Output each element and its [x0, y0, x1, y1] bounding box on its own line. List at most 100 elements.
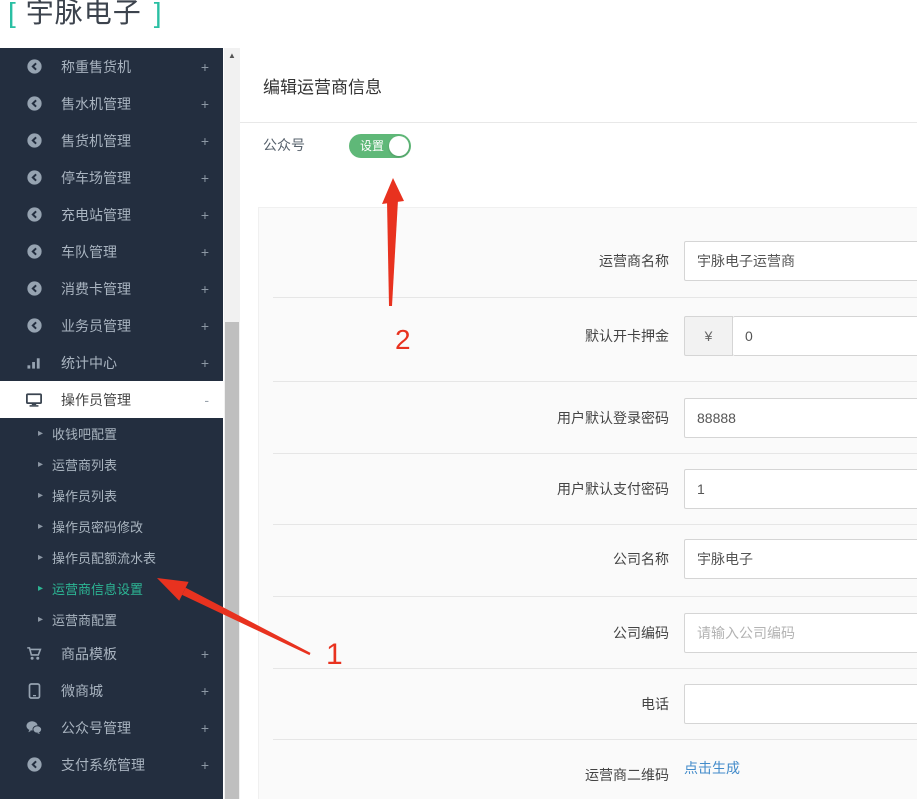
row-divider	[273, 453, 917, 454]
logo-bracket-left: [	[8, 0, 17, 28]
company-name-label: 公司名称	[613, 551, 669, 567]
sidebar-item-vending-machine[interactable]: 售货机管理 +	[0, 122, 223, 159]
expand-plus-icon: +	[200, 645, 209, 662]
row-divider	[273, 297, 917, 298]
sidebar-item-salesman[interactable]: 业务员管理 +	[0, 307, 223, 344]
sidebar: 称重售货机 + 售水机管理 + 售货机管理 + 停车场管理 + 充电站管理 + …	[0, 48, 223, 799]
expand-plus-icon: +	[200, 354, 209, 371]
toggle-label: 设置	[360, 139, 385, 153]
sidebar-item-label: 充电站管理	[61, 206, 131, 223]
submenu-item-label: 收钱吧配置	[52, 427, 118, 442]
brand-logo[interactable]: [ 宇脉电子]	[8, 0, 163, 31]
expand-plus-icon: +	[200, 95, 209, 112]
operator-name-input[interactable]	[684, 241, 917, 281]
currency-addon: ¥	[684, 316, 733, 356]
scrollbar-thumb[interactable]	[225, 322, 239, 799]
sidebar-item-label: 操作员管理	[61, 391, 131, 408]
expand-plus-icon: +	[200, 243, 209, 260]
operator-qrcode-label: 运营商二维码	[585, 767, 669, 783]
submenu-item-label: 运营商列表	[52, 458, 118, 473]
company-name-input[interactable]	[684, 539, 917, 579]
sidebar-item-label: 售货机管理	[61, 132, 131, 149]
sidebar-item-public-account-management[interactable]: 公众号管理 +	[0, 709, 223, 746]
expand-plus-icon: +	[200, 719, 209, 736]
row-divider	[273, 739, 917, 740]
caret-right-icon: ▸	[38, 459, 44, 470]
operator-form-panel: 运营商名称 默认开卡押金 ¥ 用户默认登录密码 用户默认支付密码 公司名称 公司…	[258, 207, 917, 799]
circle-arrow-left-icon	[26, 96, 42, 112]
brand-name: 宇脉电子	[25, 0, 142, 28]
submenu-item-operator-config[interactable]: ▸ 运营商配置	[0, 604, 223, 635]
sidebar-item-label: 车队管理	[61, 243, 117, 260]
phone-input[interactable]	[684, 684, 917, 724]
circle-arrow-left-icon	[26, 170, 42, 186]
submenu-item-password-change[interactable]: ▸ 操作员密码修改	[0, 511, 223, 542]
sidebar-item-label: 商品模板	[61, 645, 117, 662]
sidebar-item-label: 售水机管理	[61, 95, 131, 112]
phone-label: 电话	[641, 696, 669, 712]
bar-chart-icon	[26, 355, 42, 371]
sidebar-scrollbar[interactable]: ▲	[224, 48, 240, 799]
public-account-toggle[interactable]: 设置	[349, 134, 411, 158]
generate-qrcode-link[interactable]: 点击生成	[684, 758, 740, 778]
default-pay-password-input[interactable]	[684, 469, 917, 509]
mobile-icon	[26, 682, 42, 699]
company-code-label: 公司编码	[613, 625, 669, 641]
page-title: 编辑运营商信息	[263, 78, 382, 97]
default-login-password-label: 用户默认登录密码	[557, 410, 669, 426]
circle-arrow-left-icon	[26, 757, 42, 773]
sidebar-item-water-vending[interactable]: 售水机管理 +	[0, 85, 223, 122]
sidebar-item-micro-mall[interactable]: 微商城 +	[0, 672, 223, 709]
expand-plus-icon: +	[200, 169, 209, 186]
circle-arrow-left-icon	[26, 133, 42, 149]
default-deposit-label: 默认开卡押金	[585, 328, 669, 344]
submenu-item-label: 运营商配置	[52, 613, 118, 628]
default-deposit-input[interactable]	[733, 316, 917, 356]
public-account-label: 公众号	[263, 137, 305, 153]
row-divider	[273, 596, 917, 597]
circle-arrow-left-icon	[26, 207, 42, 223]
default-pay-password-label: 用户默认支付密码	[557, 481, 669, 497]
submenu-item-operator-list[interactable]: ▸ 操作员列表	[0, 480, 223, 511]
sidebar-item-product-template[interactable]: 商品模板 +	[0, 635, 223, 672]
expand-plus-icon: +	[200, 317, 209, 334]
sidebar-item-consumer-card[interactable]: 消费卡管理 +	[0, 270, 223, 307]
collapse-minus-icon: -	[204, 391, 209, 408]
default-login-password-input[interactable]	[684, 398, 917, 438]
sidebar-item-label: 停车场管理	[61, 169, 131, 186]
row-divider	[273, 668, 917, 669]
expand-plus-icon: +	[200, 132, 209, 149]
operator-name-label: 运营商名称	[599, 253, 669, 269]
sidebar-item-label: 消费卡管理	[61, 280, 131, 297]
toggle-knob	[389, 136, 409, 156]
caret-right-icon: ▸	[38, 428, 44, 439]
circle-arrow-left-icon	[26, 59, 42, 75]
desktop-icon	[26, 392, 42, 408]
sidebar-item-operator-management[interactable]: 操作员管理 -	[0, 381, 223, 418]
caret-right-icon: ▸	[38, 490, 44, 501]
circle-arrow-left-icon	[26, 318, 42, 334]
sidebar-item-parking[interactable]: 停车场管理 +	[0, 159, 223, 196]
submenu-item-operator-list-co[interactable]: ▸ 运营商列表	[0, 449, 223, 480]
submenu-item-label: 操作员列表	[52, 489, 118, 504]
logo-bracket-right: ]	[153, 0, 163, 28]
sidebar-item-fleet[interactable]: 车队管理 +	[0, 233, 223, 270]
expand-plus-icon: +	[200, 682, 209, 699]
circle-arrow-left-icon	[26, 244, 42, 260]
caret-right-icon: ▸	[38, 521, 44, 532]
submenu-item-cashier-config[interactable]: ▸ 收钱吧配置	[0, 418, 223, 449]
sidebar-item-payment-system[interactable]: 支付系统管理 +	[0, 746, 223, 783]
expand-plus-icon: +	[200, 280, 209, 297]
sidebar-item-statistics[interactable]: 统计中心 +	[0, 344, 223, 381]
submenu-item-operator-info-settings[interactable]: ▸ 运营商信息设置	[0, 573, 223, 604]
scrollbar-up-arrow-icon[interactable]: ▲	[224, 48, 240, 63]
logo-area: [ 宇脉电子]	[0, 0, 240, 48]
submenu-item-label: 运营商信息设置	[52, 582, 144, 597]
operator-management-submenu: ▸ 收钱吧配置 ▸ 运营商列表 ▸ 操作员列表 ▸ 操作员密码修改 ▸ 操作员配…	[0, 418, 223, 635]
caret-right-icon: ▸	[38, 614, 44, 625]
sidebar-item-charging-station[interactable]: 充电站管理 +	[0, 196, 223, 233]
submenu-item-quota-flow[interactable]: ▸ 操作员配额流水表	[0, 542, 223, 573]
sidebar-item-weighing-vending[interactable]: 称重售货机 +	[0, 48, 223, 85]
company-code-input[interactable]	[684, 613, 917, 653]
expand-plus-icon: +	[200, 58, 209, 75]
